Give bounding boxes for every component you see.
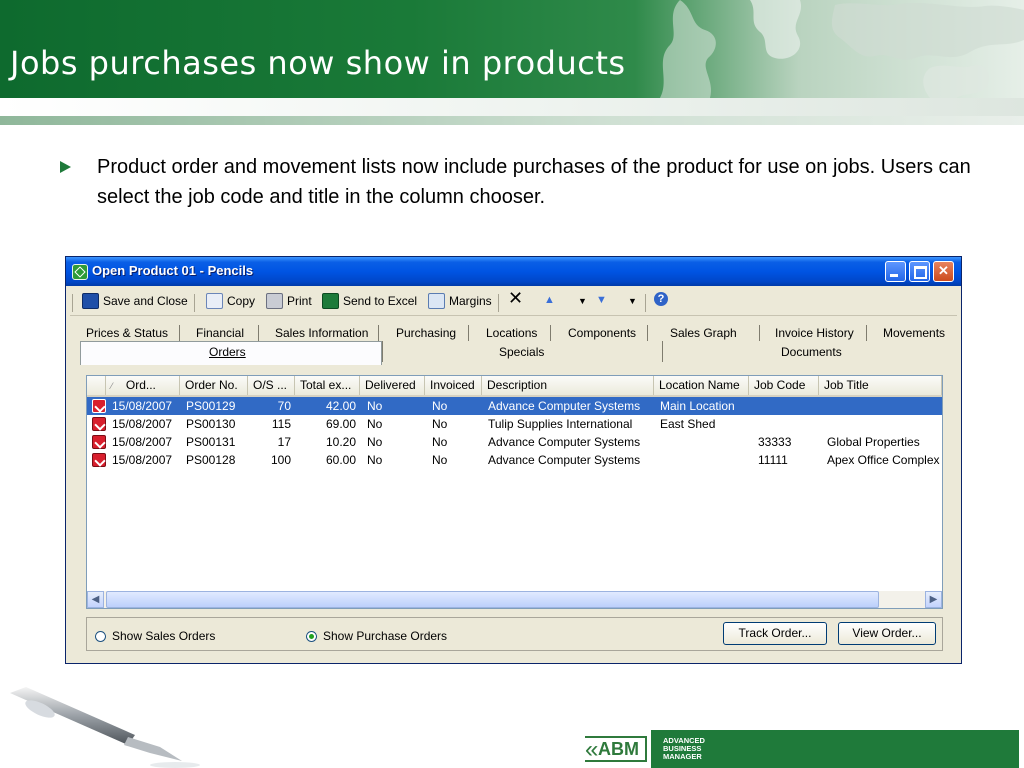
track-order-button[interactable]: Track Order... (723, 622, 827, 645)
window-titlebar[interactable]: Open Product 01 - Pencils ✕ (66, 257, 961, 286)
abm-logo-wordmark: ADVANCED BUSINESS MANAGER (651, 730, 1019, 768)
column-header-total[interactable]: Total ex... (295, 376, 360, 395)
print-button[interactable]: Print (266, 293, 312, 309)
tab-specials[interactable]: Specials (382, 341, 663, 362)
toolbar-separator (645, 294, 646, 312)
tab-strip: Prices & Status Financial Sales Informat… (70, 321, 957, 365)
tab-divider (866, 325, 867, 341)
tab-divider (550, 325, 551, 341)
slide-title: Jobs purchases now show in products (10, 44, 626, 82)
tab-divider (647, 325, 648, 341)
send-to-excel-button[interactable]: Send to Excel (322, 293, 417, 309)
app-icon (72, 264, 88, 280)
tab-financial[interactable]: Financial (196, 326, 244, 340)
header-stripe-accent (0, 116, 1024, 125)
tab-sales-information[interactable]: Sales Information (275, 326, 368, 340)
tab-locations[interactable]: Locations (486, 326, 537, 340)
tab-specials-label: Specials (499, 345, 545, 359)
delete-icon[interactable]: ✕ (508, 288, 523, 309)
column-header-invoiced[interactable]: Invoiced (425, 376, 482, 395)
grid-header: ⁄ Ord... Order No. O/S ... Total ex... D… (87, 376, 942, 397)
column-header-icon[interactable] (87, 376, 106, 395)
excel-icon (322, 293, 339, 309)
table-row[interactable]: 15/08/2007 PS00129 70 42.00 No No Advanc… (87, 397, 942, 415)
close-button[interactable]: ✕ (933, 261, 954, 282)
table-row[interactable]: 15/08/2007 PS00130 115 69.00 No No Tulip… (87, 415, 942, 433)
radio-button-selected[interactable] (306, 630, 317, 642)
scroll-right-icon[interactable]: ▶ (925, 591, 942, 608)
purchase-order-icon (92, 435, 106, 449)
tab-sales-graph[interactable]: Sales Graph (670, 326, 737, 340)
abm-logo: « ABM ADVANCED BUSINESS MANAGER (585, 730, 1019, 768)
tab-movements[interactable]: Movements (883, 326, 945, 340)
header-stripe (0, 98, 1024, 116)
tab-components[interactable]: Components (568, 326, 636, 340)
bullet-text: Product order and movement lists now inc… (97, 156, 971, 208)
abm-logo-mark: « ABM (585, 736, 647, 763)
tab-documents[interactable]: Documents (662, 341, 958, 362)
purchase-order-icon (92, 417, 106, 431)
printer-icon (266, 293, 283, 309)
margins-icon (428, 293, 445, 309)
toolbar: Save and Close Copy Print Send to Excel … (70, 288, 957, 316)
scroll-left-icon[interactable]: ◀ (87, 591, 104, 608)
toolbar-grip (72, 294, 73, 312)
help-icon[interactable]: ? (654, 292, 668, 306)
tab-divider (468, 325, 469, 341)
dropdown-arrow-icon[interactable]: ▼ (578, 296, 587, 306)
show-sales-orders-radio[interactable]: Show Sales Orders (95, 629, 215, 643)
view-order-button[interactable]: View Order... (838, 622, 936, 645)
show-purchase-orders-radio[interactable]: Show Purchase Orders (306, 629, 447, 643)
tab-orders-label: Orders (209, 345, 246, 359)
toolbar-separator (194, 294, 195, 312)
scrollbar-thumb[interactable] (106, 591, 879, 608)
column-header-os[interactable]: O/S ... (248, 376, 295, 395)
purchase-order-icon (92, 399, 106, 413)
world-map-decoration (660, 0, 1024, 98)
copy-icon (206, 293, 223, 309)
minimize-button[interactable] (885, 261, 906, 282)
purchase-order-icon (92, 453, 106, 467)
tab-prices-status[interactable]: Prices & Status (86, 326, 168, 340)
table-row[interactable]: 15/08/2007 PS00131 17 10.20 No No Advanc… (87, 433, 942, 451)
horizontal-scrollbar[interactable]: ◀ ▶ (87, 591, 942, 608)
save-close-button[interactable]: Save and Close (82, 293, 188, 309)
product-window: Open Product 01 - Pencils ✕ Save and Clo… (65, 256, 962, 664)
tab-purchasing[interactable]: Purchasing (396, 326, 456, 340)
window-title: Open Product 01 - Pencils (92, 263, 254, 278)
slide-header: Jobs purchases now show in products (0, 0, 1024, 98)
tab-orders[interactable]: Orders (80, 341, 382, 365)
save-icon (82, 293, 99, 309)
maximize-button[interactable] (909, 261, 930, 282)
column-header-description[interactable]: Description (482, 376, 654, 395)
order-filter-panel: Show Sales Orders Show Purchase Orders T… (86, 617, 943, 651)
tab-invoice-history[interactable]: Invoice History (775, 326, 854, 340)
column-header-order-date[interactable]: ⁄ Ord... (106, 376, 180, 395)
table-row[interactable]: 15/08/2007 PS00128 100 60.00 No No Advan… (87, 451, 942, 469)
move-up-icon[interactable]: ▲ (544, 294, 555, 306)
tab-divider (258, 325, 259, 341)
tab-divider (759, 325, 760, 341)
margins-button[interactable]: Margins (428, 293, 492, 309)
copy-button[interactable]: Copy (206, 293, 255, 309)
column-header-location-name[interactable]: Location Name (654, 376, 749, 395)
column-header-order-no[interactable]: Order No. (180, 376, 248, 395)
bullet-arrow-icon (60, 161, 71, 173)
column-header-job-code[interactable]: Job Code (749, 376, 819, 395)
column-header-job-title[interactable]: Job Title (819, 376, 942, 395)
tab-documents-label: Documents (781, 345, 842, 359)
column-header-delivered[interactable]: Delivered (360, 376, 425, 395)
orders-grid: ⁄ Ord... Order No. O/S ... Total ex... D… (86, 375, 943, 609)
tab-divider (179, 325, 180, 341)
fountain-pen-image (10, 687, 200, 768)
toolbar-separator (498, 294, 499, 312)
tab-divider (378, 325, 379, 341)
move-down-icon[interactable]: ▼ (596, 294, 607, 306)
dropdown-arrow-icon[interactable]: ▼ (628, 296, 637, 306)
radio-button[interactable] (95, 630, 106, 642)
